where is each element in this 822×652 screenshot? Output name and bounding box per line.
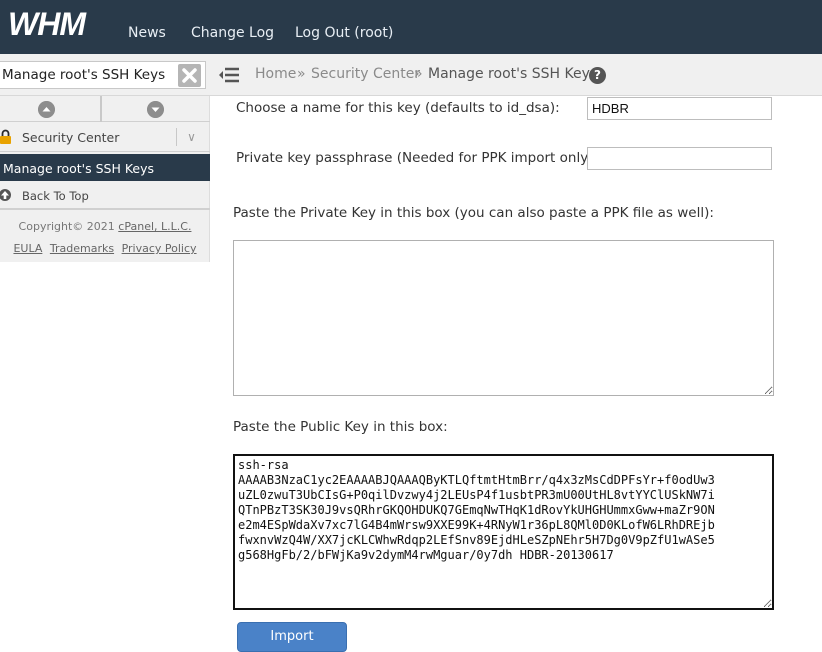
passphrase-input[interactable] bbox=[587, 147, 772, 170]
breadcrumb-security-center[interactable]: Security Center bbox=[311, 66, 420, 82]
private-key-label: Paste the Private Key in this box (you c… bbox=[233, 205, 714, 221]
public-key-label: Paste the Public Key in this box: bbox=[233, 419, 448, 435]
copyright-text: Copyright© 2021 bbox=[18, 220, 115, 233]
footer-links: EULA Trademarks Privacy Policy bbox=[0, 242, 210, 255]
private-key-textarea[interactable] bbox=[233, 240, 774, 396]
breadcrumb-home[interactable]: Home bbox=[255, 66, 296, 82]
sidebar: Security Center ∨ Manage root's SSH Keys… bbox=[0, 96, 210, 262]
privacy-policy-link[interactable]: Privacy Policy bbox=[122, 242, 197, 255]
menu-collapse-icon bbox=[219, 67, 239, 83]
breadcrumb-separator: » bbox=[297, 66, 306, 82]
clear-search-button[interactable] bbox=[178, 64, 201, 87]
help-icon[interactable]: ? bbox=[589, 67, 606, 84]
nav-logout-link[interactable]: Log Out (root) bbox=[295, 25, 393, 41]
back-to-top-link[interactable]: Back To Top bbox=[0, 182, 210, 210]
public-key-textarea[interactable] bbox=[233, 454, 774, 610]
expand-all-button[interactable] bbox=[102, 96, 203, 122]
copyright: Copyright© 2021 cPanel, L.L.C. bbox=[0, 220, 210, 233]
collapse-all-button[interactable] bbox=[0, 96, 101, 122]
cpanel-link[interactable]: cPanel, L.L.C. bbox=[118, 220, 191, 233]
close-icon bbox=[182, 68, 197, 83]
search-box bbox=[0, 61, 206, 89]
chevron-up-icon bbox=[38, 101, 55, 118]
nav-news-link[interactable]: News bbox=[128, 25, 166, 41]
chevron-down-icon bbox=[147, 101, 164, 118]
eula-link[interactable]: EULA bbox=[13, 242, 42, 255]
sidebar-item-manage-ssh-keys[interactable]: Manage root's SSH Keys bbox=[0, 154, 210, 181]
breadcrumb-current: Manage root's SSH Keys bbox=[428, 66, 598, 82]
import-button[interactable]: Import bbox=[237, 622, 347, 652]
breadcrumb-bar: Home » Security Center » Manage root's S… bbox=[0, 54, 822, 96]
breadcrumb-separator: » bbox=[414, 66, 423, 82]
key-name-input[interactable] bbox=[587, 97, 772, 120]
top-header: WHM News Change Log Log Out (root) bbox=[0, 0, 822, 54]
nav-change-log-link[interactable]: Change Log bbox=[191, 25, 274, 41]
back-to-top-label: Back To Top bbox=[22, 189, 89, 203]
svg-text:WHM: WHM bbox=[8, 9, 87, 39]
key-name-label: Choose a name for this key (defaults to … bbox=[236, 100, 560, 116]
trademarks-link[interactable]: Trademarks bbox=[50, 242, 114, 255]
arrow-up-circle-icon bbox=[0, 189, 11, 201]
sidebar-collapse-controls bbox=[0, 96, 210, 122]
search-input[interactable] bbox=[0, 61, 206, 89]
lock-icon bbox=[0, 129, 11, 144]
whm-logo[interactable]: WHM bbox=[8, 9, 108, 39]
menu-toggle-button[interactable] bbox=[218, 65, 240, 85]
sidebar-section-label: Security Center bbox=[22, 130, 120, 145]
passphrase-label: Private key passphrase (Needed for PPK i… bbox=[236, 150, 598, 166]
chevron-down-icon[interactable]: ∨ bbox=[176, 128, 206, 146]
sidebar-item-label: Manage root's SSH Keys bbox=[3, 161, 155, 176]
sidebar-section-security-center[interactable]: Security Center ∨ bbox=[0, 122, 210, 152]
